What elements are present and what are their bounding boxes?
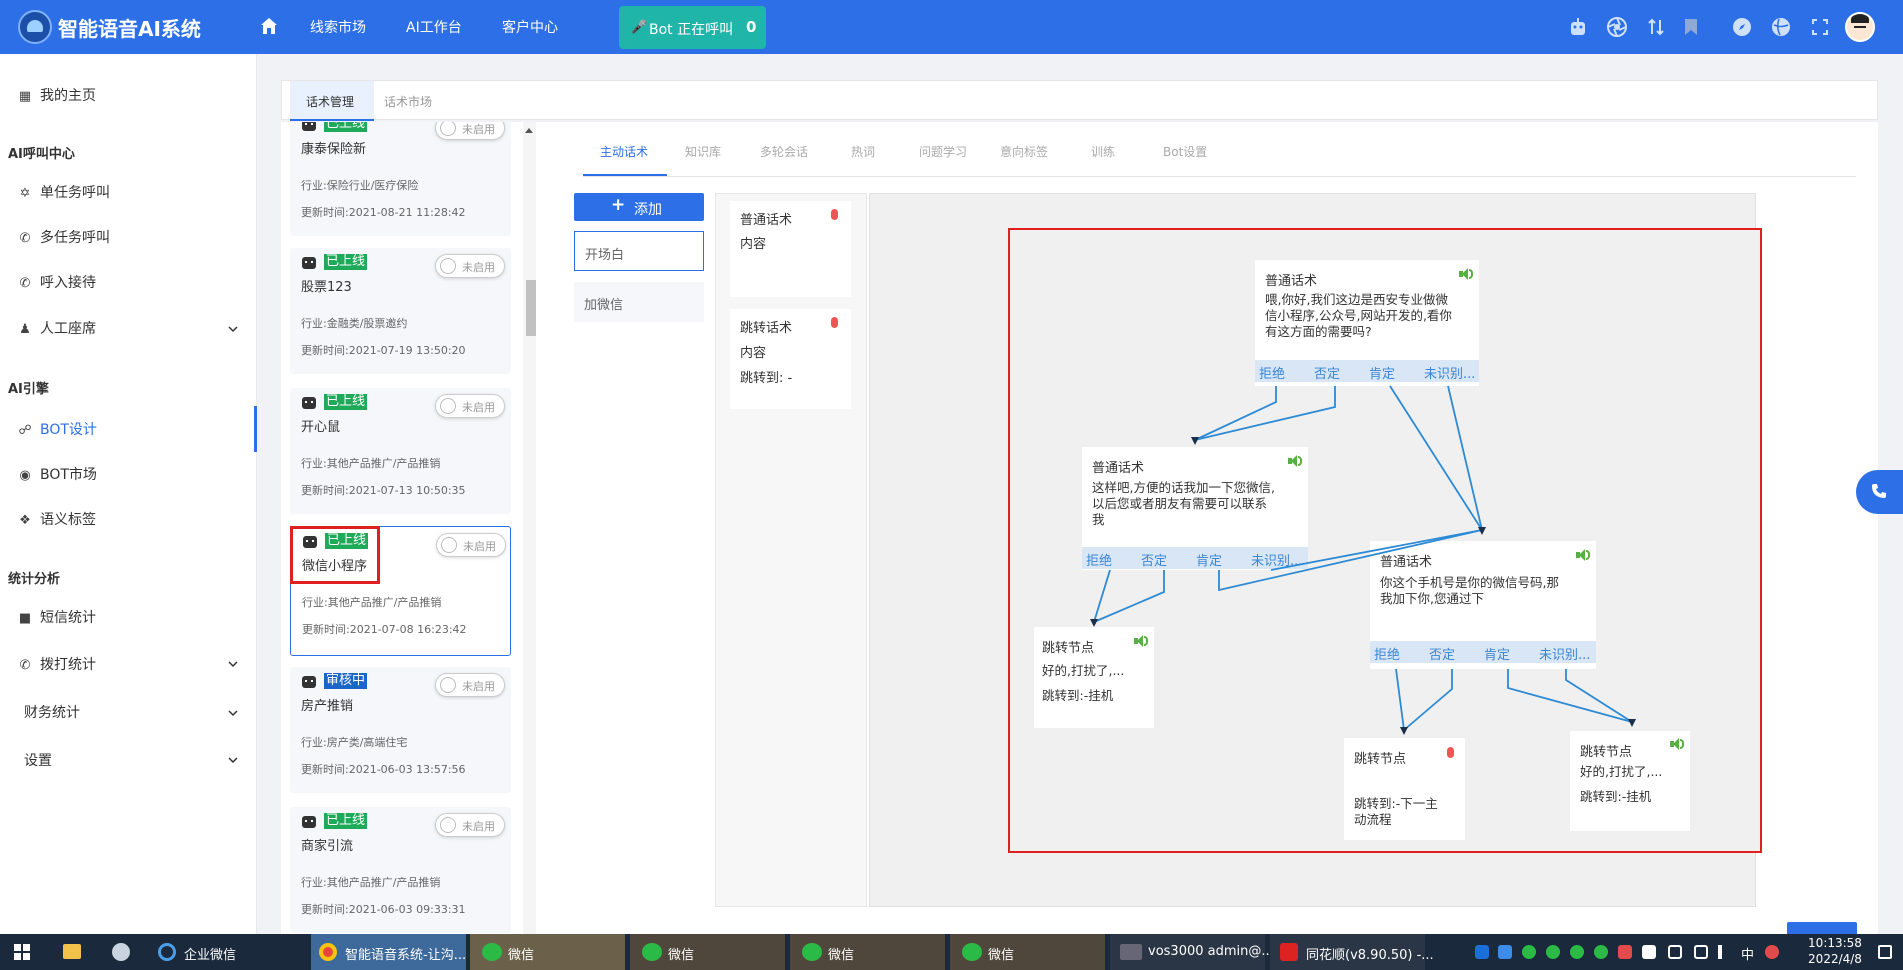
wechat-icon [482, 943, 502, 961]
wechat-icon[interactable] [1522, 945, 1536, 959]
connector-line [1270, 529, 1483, 571]
tray-icon[interactable] [1642, 945, 1656, 959]
connector-line [1395, 668, 1405, 731]
clock-time[interactable]: 10:13:58 [1800, 936, 1870, 950]
taskbar-item-tonghuashun[interactable]: 同花顺(v8.90.50) -... [1270, 934, 1434, 970]
phone-icon [1872, 484, 1886, 498]
taskbar-item-wechat[interactable]: 微信 [630, 934, 785, 970]
windows-start-icon[interactable] [14, 944, 30, 960]
tray-icon[interactable] [1498, 945, 1512, 959]
wechat-icon [802, 943, 822, 961]
floating-call-button[interactable] [1856, 470, 1903, 514]
taskbar-item-wecom[interactable]: 企业微信 [150, 934, 305, 970]
clock-date[interactable]: 2022/4/8 [1800, 952, 1870, 966]
connector-line [1093, 570, 1165, 623]
tray-icon[interactable] [1475, 945, 1489, 959]
notification-icon[interactable] [1878, 945, 1892, 959]
wechat-icon [642, 943, 662, 961]
arrowhead [1628, 719, 1636, 727]
ime-indicator[interactable]: 中 [1741, 944, 1754, 963]
connector-line [1194, 386, 1277, 441]
connector-line [1093, 569, 1111, 623]
wechat-icon[interactable] [1546, 945, 1560, 959]
arrowhead [1400, 727, 1408, 735]
taskbar-item-vos3000[interactable]: vos3000 admin@... [1110, 934, 1274, 970]
taskbar-item-wechat[interactable]: 微信 [470, 934, 625, 970]
taskbar: 企业微信 智能语音系统-让沟... 微信 微信 微信 微信 vos3000 ad… [0, 934, 1903, 970]
app-icon[interactable] [1765, 945, 1779, 959]
volume-icon[interactable] [1718, 945, 1732, 959]
wechat-icon[interactable] [1594, 945, 1608, 959]
connector-line [1218, 529, 1483, 592]
flow-connections [1090, 385, 1636, 735]
connector-line [1565, 669, 1633, 723]
shield-icon[interactable] [1668, 945, 1682, 959]
taskbar-item-wechat[interactable]: 微信 [790, 934, 945, 970]
tray-icon[interactable] [1618, 945, 1632, 959]
connector-line [1194, 386, 1336, 441]
connector-line [1507, 669, 1633, 723]
network-icon[interactable] [1694, 945, 1708, 959]
connector-line [1389, 385, 1483, 531]
connector-line [1447, 385, 1483, 531]
file-explorer-icon[interactable] [55, 934, 89, 970]
taskbar-item-chrome[interactable]: 智能语音系统-让沟... [311, 934, 466, 970]
taskbar-item-wechat[interactable]: 微信 [950, 934, 1105, 970]
app-icon[interactable] [104, 934, 138, 970]
wechat-icon [962, 943, 982, 961]
arrowhead [1090, 619, 1098, 627]
connector-line [1403, 669, 1453, 731]
wechat-icon[interactable] [1570, 945, 1584, 959]
arrowhead [1191, 437, 1199, 445]
